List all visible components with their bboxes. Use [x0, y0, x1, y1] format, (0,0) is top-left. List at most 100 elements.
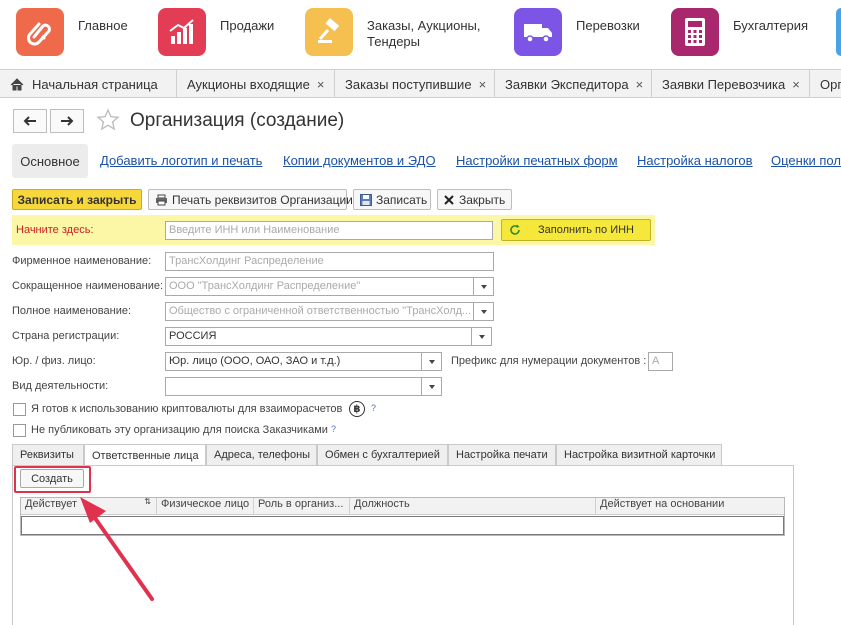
input-text: Юр. лицо (ООО, ОАО, ЗАО и т.д.) — [169, 355, 341, 367]
save-button[interactable]: Записать — [353, 189, 431, 210]
star-icon[interactable] — [96, 108, 120, 137]
arrow-right-icon — [60, 116, 74, 126]
close-icon[interactable]: × — [479, 77, 487, 92]
tab-label: Заказы поступившие — [345, 76, 472, 92]
tab-addresses[interactable]: Адреса, телефоны — [206, 444, 317, 465]
open-tabs-bar: Начальная страница Аукционы входящие × З… — [0, 69, 841, 98]
activity-label: Вид деятельности: — [12, 380, 109, 392]
no-publish-checkbox[interactable] — [13, 424, 26, 437]
tab-home[interactable]: Начальная страница — [0, 70, 177, 98]
help-icon[interactable]: ? — [331, 424, 336, 434]
input-text: Общество с ограниченной ответственностью… — [169, 305, 472, 317]
short-name-label: Сокращенное наименование: — [12, 280, 164, 292]
entity-type-select[interactable]: Юр. лицо (ООО, ОАО, ЗАО и т.д.) — [165, 352, 442, 371]
tab-orders-received[interactable]: Заказы поступившие × — [335, 70, 495, 98]
tab-label: Заявки Перевозчика — [662, 76, 786, 92]
nav-ratings-link[interactable]: Оценки пол — [771, 153, 841, 168]
dropdown-arrow-icon[interactable] — [421, 378, 441, 395]
firm-name-input[interactable]: ТрансХолдинг Распределение — [165, 252, 494, 271]
short-name-input[interactable]: ООО "ТрансХолдинг Распределение" — [165, 277, 494, 296]
annotation-arrow — [80, 497, 154, 601]
full-name-input[interactable]: Общество с ограниченной ответственностью… — [165, 302, 494, 321]
tab-accounting-exchange[interactable]: Обмен с бухгалтерией — [317, 444, 448, 465]
section-label: Перевозки — [576, 18, 640, 33]
button-label: Закрыть — [459, 192, 506, 207]
tab-label: Орг — [820, 76, 841, 92]
section-label: Продажи — [220, 18, 275, 33]
section-label: Главное — [78, 18, 128, 33]
print-requisites-button[interactable]: Печать реквизитов Организации — [148, 189, 353, 210]
dropdown-arrow-icon[interactable] — [473, 278, 493, 295]
col-basis[interactable]: Действует на основании — [596, 498, 784, 515]
activity-select[interactable] — [165, 377, 442, 396]
tab-organization[interactable]: Орг — [810, 70, 841, 98]
calculator-icon — [671, 8, 719, 56]
crypto-checkbox[interactable] — [13, 403, 26, 416]
prefix-input[interactable]: А — [648, 352, 673, 371]
bitcoin-icon: ฿ — [349, 401, 365, 417]
dropdown-arrow-icon[interactable] — [421, 353, 441, 370]
button-label: Печать реквизитов Организации — [172, 192, 353, 207]
section-transport[interactable]: Перевозки — [514, 8, 640, 58]
button-label: Заполнить по ИНН — [538, 224, 634, 236]
truck-icon — [514, 8, 562, 56]
tab-responsible-persons[interactable]: Ответственные лица — [84, 444, 206, 466]
close-x-icon — [444, 194, 454, 205]
nav-logo-link[interactable]: Добавить логотип и печать — [100, 153, 262, 168]
arrow-left-icon — [23, 116, 37, 126]
close-icon[interactable]: × — [792, 77, 800, 92]
gavel-icon — [305, 8, 353, 56]
close-icon[interactable]: × — [317, 77, 325, 92]
inn-search-input[interactable]: Введите ИНН или Наименование — [165, 221, 493, 240]
nav-print-forms-link[interactable]: Настройки печатных форм — [456, 153, 618, 168]
tab-label: Заявки Экспедитора — [505, 76, 629, 92]
col-role[interactable]: Роль в организ... — [254, 498, 350, 515]
country-label: Страна регистрации: — [12, 330, 120, 342]
dropdown-arrow-icon[interactable] — [471, 328, 491, 345]
close-icon[interactable]: × — [636, 77, 644, 92]
input-text: РОССИЯ — [169, 330, 217, 342]
col-position[interactable]: Должность — [350, 498, 596, 515]
section-orders[interactable]: Заказы, Аукционы, Тендеры — [305, 8, 480, 58]
tab-label: Аукционы входящие — [187, 76, 310, 92]
start-here-panel: Начните здесь: Введите ИНН или Наименова… — [12, 215, 655, 245]
tab-requisites[interactable]: Реквизиты — [12, 444, 84, 465]
col-person[interactable]: Физическое лицо — [157, 498, 254, 515]
tab-carrier-requests[interactable]: Заявки Перевозчика × — [652, 70, 810, 98]
sections-panel: Главное Продажи Заказы, Аукционы, Тендер… — [0, 0, 841, 67]
close-button[interactable]: Закрыть — [437, 189, 512, 210]
page-title: Организация (создание) — [130, 110, 345, 131]
section-accounting[interactable]: Бухгалтерия — [671, 8, 808, 58]
full-name-label: Полное наименование: — [12, 305, 132, 317]
tab-auctions-incoming[interactable]: Аукционы входящие × — [177, 70, 335, 98]
tab-business-card[interactable]: Настройка визитной карточки — [556, 444, 722, 465]
no-publish-label: Не публиковать эту организацию для поиск… — [31, 424, 328, 436]
back-button[interactable] — [13, 109, 47, 133]
paperclip-icon — [16, 8, 64, 56]
chart-icon — [158, 8, 206, 56]
fill-by-inn-button[interactable]: Заполнить по ИНН — [501, 219, 651, 241]
section-next-icon[interactable] — [836, 8, 841, 56]
create-button[interactable]: Создать — [20, 469, 84, 488]
firm-name-label: Фирменное наименование: — [12, 255, 152, 267]
tab-label: Начальная страница — [32, 76, 158, 92]
section-main[interactable]: Главное — [16, 8, 128, 58]
nav-documents-link[interactable]: Копии документов и ЭДО — [283, 153, 436, 168]
section-label: Бухгалтерия — [733, 18, 809, 33]
section-sales[interactable]: Продажи — [158, 8, 274, 58]
forward-button[interactable] — [50, 109, 84, 133]
prefix-label: Префикс для нумерации документов : — [451, 355, 647, 367]
refresh-icon — [509, 224, 521, 236]
country-select[interactable]: РОССИЯ — [165, 327, 492, 346]
nav-main[interactable]: Основное — [12, 144, 88, 178]
input-text: ООО "ТрансХолдинг Распределение" — [169, 280, 361, 292]
nav-taxes-link[interactable]: Настройка налогов — [637, 153, 753, 168]
start-label: Начните здесь: — [16, 224, 94, 236]
button-label: Записать — [376, 192, 428, 207]
printer-icon — [155, 194, 168, 206]
tab-forwarder-requests[interactable]: Заявки Экспедитора × — [495, 70, 652, 98]
save-close-button[interactable]: Записать и закрыть — [12, 189, 142, 210]
help-icon[interactable]: ? — [371, 403, 376, 413]
tab-print-settings[interactable]: Настройка печати — [448, 444, 556, 465]
dropdown-arrow-icon[interactable] — [473, 303, 493, 320]
